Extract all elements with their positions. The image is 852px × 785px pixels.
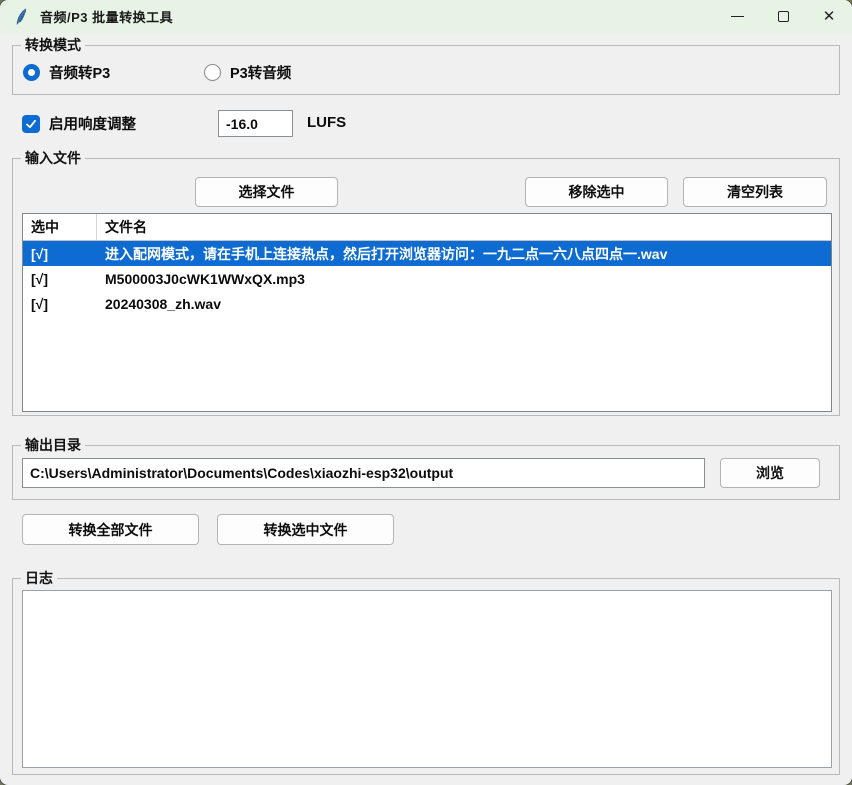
radio-selected-icon: [23, 64, 40, 81]
remove-selected-button[interactable]: 移除选中: [525, 177, 668, 207]
column-header-filename[interactable]: 文件名: [97, 214, 831, 240]
table-row[interactable]: [√] M500003J0cWK1WWxQX.mp3: [23, 266, 831, 291]
table-row[interactable]: [√] 20240308_zh.wav: [23, 291, 831, 316]
row-filename: M500003J0cWK1WWxQX.mp3: [97, 271, 831, 287]
row-check-mark: [√]: [23, 246, 97, 262]
convert-selected-button[interactable]: 转换选中文件: [217, 514, 394, 545]
loudness-row: 启用响度调整 LUFS: [0, 108, 852, 138]
lufs-unit-label: LUFS: [307, 114, 346, 131]
checkbox-checked-icon: [22, 115, 40, 133]
radio-audio-to-p3[interactable]: 音频转P3: [23, 62, 110, 83]
maximize-button[interactable]: [760, 0, 806, 33]
mode-group-label: 转换模式: [21, 37, 85, 54]
row-filename: 进入配网模式，请在手机上连接热点，然后打开浏览器访问：一九二点一六八点四点一.w…: [97, 244, 831, 264]
loudness-checkbox-label: 启用响度调整: [49, 113, 136, 134]
window-controls: ✕: [714, 0, 852, 33]
column-header-checked[interactable]: 选中: [23, 214, 97, 240]
log-label: 日志: [21, 570, 57, 587]
output-dir-input[interactable]: [22, 458, 705, 488]
radio-audio-to-p3-label: 音频转P3: [49, 62, 110, 83]
select-files-button[interactable]: 选择文件: [195, 177, 338, 207]
tk-feather-icon: [13, 8, 31, 26]
clear-list-button[interactable]: 清空列表: [683, 177, 827, 207]
row-check-mark: [√]: [23, 296, 97, 312]
file-table-header: 选中 文件名: [23, 214, 831, 241]
output-dir-label: 输出目录: [21, 437, 85, 454]
radio-unselected-icon: [204, 64, 221, 81]
minimize-button[interactable]: [714, 0, 760, 33]
minimize-icon: [731, 16, 744, 17]
app-window: 音频/P3 批量转换工具 ✕ 转换模式 音频转P3 P3转音频: [0, 0, 852, 785]
radio-p3-to-audio[interactable]: P3转音频: [204, 62, 291, 83]
row-filename: 20240308_zh.wav: [97, 296, 831, 312]
row-check-mark: [√]: [23, 271, 97, 287]
mode-groupbox: 转换模式 音频转P3 P3转音频: [12, 45, 840, 95]
radio-p3-to-audio-label: P3转音频: [230, 62, 291, 83]
file-list-table: 选中 文件名 [√] 进入配网模式，请在手机上连接热点，然后打开浏览器访问：一九…: [22, 213, 832, 412]
close-icon: ✕: [823, 9, 836, 24]
input-files-label: 输入文件: [21, 150, 85, 167]
loudness-checkbox[interactable]: 启用响度调整: [22, 113, 136, 134]
log-textarea[interactable]: [22, 590, 832, 768]
window-title: 音频/P3 批量转换工具: [40, 7, 173, 26]
lufs-input[interactable]: [218, 110, 293, 137]
maximize-icon: [778, 11, 789, 22]
title-bar: 音频/P3 批量转换工具 ✕: [0, 0, 852, 33]
table-row[interactable]: [√] 进入配网模式，请在手机上连接热点，然后打开浏览器访问：一九二点一六八点四…: [23, 241, 831, 266]
browse-button[interactable]: 浏览: [720, 458, 820, 488]
close-button[interactable]: ✕: [806, 0, 852, 33]
convert-all-button[interactable]: 转换全部文件: [22, 514, 199, 545]
